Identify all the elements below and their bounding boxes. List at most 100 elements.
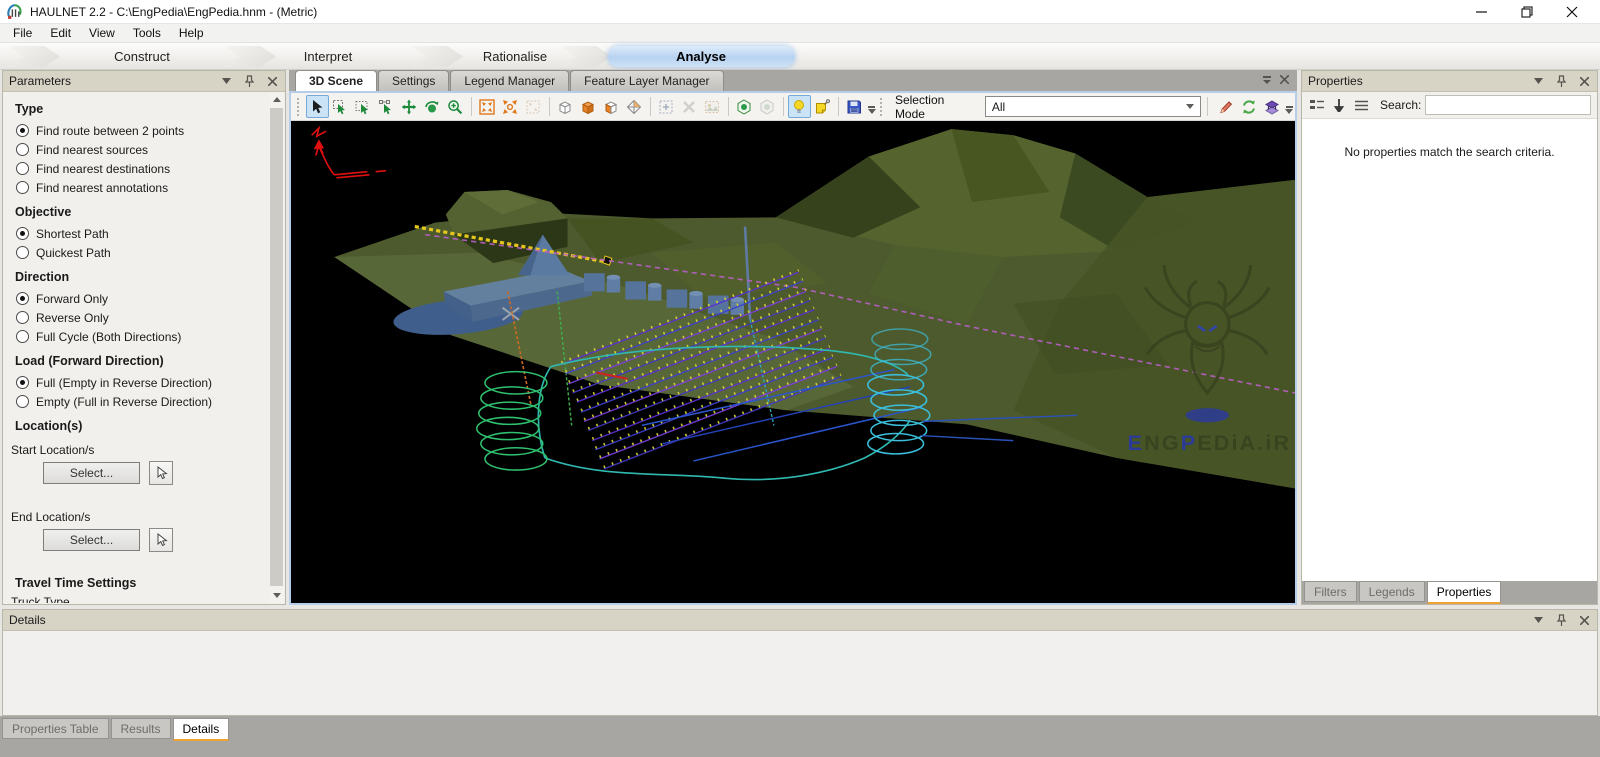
- render-quality-off-icon[interactable]: [756, 95, 779, 118]
- start-pick-button[interactable]: [149, 461, 173, 485]
- import-layers-icon[interactable]: [1260, 95, 1283, 118]
- display-solid-icon[interactable]: [577, 95, 600, 118]
- cursor-pick-icon: [157, 466, 168, 480]
- ribbon-tab-interpret[interactable]: Interpret: [253, 43, 403, 70]
- selection-mode-dropdown[interactable]: All: [984, 96, 1201, 117]
- radio-find-route[interactable]: Find route between 2 points: [16, 121, 269, 140]
- lights-icon[interactable]: [787, 95, 811, 118]
- scroll-down-arrow[interactable]: [269, 588, 284, 603]
- radio-reverse-only[interactable]: Reverse Only: [16, 308, 269, 327]
- section-heading-objective: Objective: [15, 205, 72, 219]
- tab-feature-layer-manager[interactable]: Feature Layer Manager: [570, 70, 724, 91]
- tab-filters[interactable]: Filters: [1304, 581, 1357, 602]
- pin-icon[interactable]: [1554, 74, 1568, 88]
- ribbon-tab-analyse[interactable]: Analyse: [626, 43, 776, 70]
- radio-quickest-path[interactable]: Quickest Path: [16, 243, 269, 262]
- render-quality-icon[interactable]: [733, 95, 756, 118]
- tab-legend-manager[interactable]: Legend Manager: [450, 70, 570, 91]
- panel-menu-icon[interactable]: [219, 74, 233, 88]
- section-heading-locations: Location(s): [15, 419, 83, 433]
- alphabetical-icon[interactable]: [1352, 96, 1370, 114]
- 3d-viewport[interactable]: ENGPEDiA.iR: [291, 121, 1295, 603]
- parameters-body: Type Find route between 2 points Find ne…: [3, 92, 269, 603]
- zoom-icon[interactable]: [444, 95, 467, 118]
- cursor-pick-icon: [157, 533, 168, 547]
- ribbon-tab-rationalise[interactable]: Rationalise: [440, 43, 590, 70]
- pan-icon[interactable]: [398, 95, 421, 118]
- scene-container: Selection Mode All ENGPEDiA.iR: [289, 91, 1297, 605]
- toolbar-overflow-icon[interactable]: [867, 105, 876, 114]
- tab-properties[interactable]: Properties: [1426, 581, 1502, 604]
- minimize-button[interactable]: [1459, 0, 1504, 23]
- radio-full-cycle[interactable]: Full Cycle (Both Directions): [16, 327, 269, 346]
- tab-3d-scene[interactable]: 3D Scene: [295, 70, 378, 91]
- toolbar-overflow-icon[interactable]: [1285, 105, 1293, 114]
- zoom-data-icon[interactable]: [499, 95, 522, 118]
- display-mixed-icon[interactable]: [600, 95, 623, 118]
- title-bar: HAULNET 2.2 - C:\EngPedia\EngPedia.hnm -…: [0, 0, 1600, 24]
- start-select-button[interactable]: Select...: [43, 462, 140, 484]
- tab-details[interactable]: Details: [172, 718, 230, 741]
- pin-icon[interactable]: [242, 74, 256, 88]
- edit-pencil-icon[interactable]: [1214, 95, 1237, 118]
- close-panel-icon[interactable]: [1577, 74, 1591, 88]
- scroll-up-arrow[interactable]: [269, 92, 284, 107]
- radio-icon: [16, 330, 29, 343]
- menu-file[interactable]: File: [4, 24, 41, 43]
- close-panel-icon[interactable]: [1577, 613, 1591, 627]
- display-octahedron-icon[interactable]: [623, 95, 646, 118]
- radio-icon: [16, 395, 29, 408]
- orbit-icon[interactable]: [421, 95, 444, 118]
- scrollbar-thumb[interactable]: [270, 108, 283, 586]
- end-select-button[interactable]: Select...: [43, 529, 140, 551]
- radio-nearest-sources[interactable]: Find nearest sources: [16, 140, 269, 159]
- display-wireframe-icon[interactable]: [554, 95, 577, 118]
- radio-nearest-destinations[interactable]: Find nearest destinations: [16, 159, 269, 178]
- radio-forward-only[interactable]: Forward Only: [16, 289, 269, 308]
- window-title: HAULNET 2.2 - C:\EngPedia\EngPedia.hnm -…: [30, 4, 318, 19]
- radio-load-empty[interactable]: Empty (Full in Reverse Direction): [16, 392, 269, 411]
- save-image-icon[interactable]: [843, 95, 866, 118]
- radio-shortest-path[interactable]: Shortest Path: [16, 224, 269, 243]
- search-input[interactable]: [1425, 95, 1591, 115]
- tab-list-icon[interactable]: [1262, 73, 1272, 87]
- radio-icon: [16, 311, 29, 324]
- properties-tab-strip: Filters Legends Properties: [1302, 581, 1597, 604]
- close-panel-icon[interactable]: [265, 74, 279, 88]
- select-icon[interactable]: [305, 95, 329, 118]
- menu-help[interactable]: Help: [170, 24, 213, 43]
- refresh-icon[interactable]: [1237, 95, 1260, 118]
- properties-panel-header: Properties: [1302, 71, 1597, 92]
- radio-load-full[interactable]: Full (Empty in Reverse Direction): [16, 373, 269, 392]
- tab-results[interactable]: Results: [110, 718, 171, 739]
- menu-view[interactable]: View: [80, 24, 124, 43]
- clear-selection-icon[interactable]: [678, 95, 701, 118]
- tab-settings[interactable]: Settings: [378, 70, 450, 91]
- close-document-icon[interactable]: [1279, 73, 1290, 87]
- zoom-selection-icon[interactable]: [522, 95, 545, 118]
- restore-button[interactable]: [1504, 0, 1549, 23]
- sort-descending-icon[interactable]: [1330, 96, 1348, 114]
- fit-selection-icon[interactable]: [655, 95, 678, 118]
- parameters-scrollbar[interactable]: [269, 92, 284, 603]
- select-polygon-icon[interactable]: [352, 95, 375, 118]
- toolbar-grip[interactable]: [297, 97, 302, 116]
- radio-nearest-annotations[interactable]: Find nearest annotations: [16, 178, 269, 197]
- zoom-extents-icon[interactable]: [476, 95, 499, 118]
- ribbon-tab-construct[interactable]: Construct: [67, 43, 217, 70]
- select-window-icon[interactable]: [329, 95, 352, 118]
- tab-legends[interactable]: Legends: [1358, 581, 1425, 602]
- end-pick-button[interactable]: [149, 528, 173, 552]
- select-fence-icon[interactable]: [375, 95, 398, 118]
- panel-menu-icon[interactable]: [1531, 613, 1545, 627]
- snapshot-icon[interactable]: [701, 95, 724, 118]
- parameters-panel-title: Parameters: [9, 74, 72, 88]
- menu-tools[interactable]: Tools: [124, 24, 170, 43]
- annotation-note-icon[interactable]: [811, 95, 834, 118]
- panel-menu-icon[interactable]: [1531, 74, 1545, 88]
- pin-icon[interactable]: [1554, 613, 1568, 627]
- tab-properties-table[interactable]: Properties Table: [2, 718, 109, 739]
- categorized-icon[interactable]: [1308, 96, 1326, 114]
- menu-edit[interactable]: Edit: [41, 24, 80, 43]
- close-button[interactable]: [1549, 0, 1594, 23]
